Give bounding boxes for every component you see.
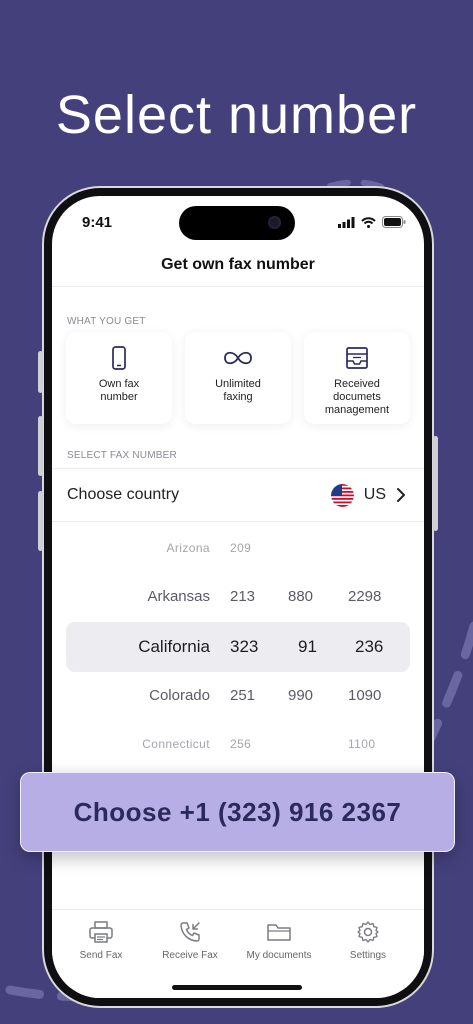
printer-icon [89,921,113,943]
picker-prefix: 990 [288,686,314,704]
feature-card-label: Own fax number [98,378,140,403]
picker-row[interactable]: Connecticut 256 1100 [52,724,424,764]
feature-card-unlimited: Unlimited faxing [185,332,291,424]
tab-receive-fax[interactable]: Receive Fax [147,920,233,961]
picker-area-code: 323 [230,637,259,656]
phone-side-button [433,436,438,531]
phone-side-button [38,351,43,393]
picker-state: Colorado [149,686,210,704]
number-picker[interactable]: Arizona 209 Arkansas 213 880 2298 Califo… [52,526,424,786]
feature-card-label: Unlimited faxing [215,378,261,403]
tab-my-documents[interactable]: My documents [236,920,322,961]
inbox-tray-icon [346,347,368,369]
wifi-icon [361,216,376,228]
picker-line: 236 [355,637,384,656]
tab-send-fax[interactable]: Send Fax [58,920,144,961]
picker-state: California [138,637,210,656]
picker-area-code: 256 [230,737,252,751]
choose-number-button[interactable]: Choose +1 (323) 916 2367 [20,772,455,852]
tab-label: My documents [246,950,312,961]
choose-country-label: Choose country [67,486,180,503]
picker-row[interactable]: Colorado 251 990 1090 [52,675,424,715]
picker-prefix: 880 [288,587,314,605]
picker-line: 1100 [348,737,376,751]
picker-area-code: 251 [230,686,256,704]
section-label-what-you-get: WHAT YOU GET [67,316,146,327]
tab-label: Settings [349,950,387,961]
tab-settings[interactable]: Settings [325,920,411,961]
tab-label: Send Fax [79,950,123,961]
divider [52,286,424,287]
feature-card-received: Received documets management [304,332,410,424]
picker-area-code: 213 [230,587,256,605]
page-title: Get own fax number [161,256,315,273]
picker-row-selected[interactable]: California 323 91 236 [52,627,424,667]
picker-line: 2298 [348,587,382,605]
status-time: 9:41 [82,213,113,231]
tab-bar: Send Fax Receive Fax My documents Settin… [52,909,424,998]
picker-area-code: 209 [230,541,252,555]
picker-state: Arkansas [147,587,210,605]
picker-row[interactable]: Arizona 209 [52,528,424,568]
phone-frame: 9:41 Get own fax number WHAT YOU GET Own… [38,186,438,1008]
section-label-select-fax: SELECT FAX NUMBER [67,450,177,461]
us-flag-icon [330,483,354,507]
folder-icon [267,924,291,941]
picker-row[interactable]: Arkansas 213 880 2298 [52,576,424,616]
feature-card-label: Received documets management [324,378,390,416]
battery-icon [382,216,406,228]
phone-incoming-icon [180,922,200,942]
feature-card-own-fax: Own fax number [66,332,172,424]
country-code: US [363,486,386,503]
status-bar: 9:41 [82,212,406,232]
picker-state: Arizona [166,541,210,555]
phone-side-button [38,491,43,551]
phone-screen: 9:41 Get own fax number WHAT YOU GET Own… [52,196,424,998]
feature-cards: Own fax number Unlimited faxing Received… [66,332,410,424]
infinity-icon [224,351,252,365]
picker-prefix: 91 [298,637,317,656]
signal-icon [338,216,355,228]
chevron-right-icon [397,488,405,502]
choose-country-row[interactable]: Choose country US [52,468,424,522]
picker-state: Connecticut [142,737,210,751]
gear-icon [357,921,379,943]
phone-icon [112,346,126,370]
tab-label: Receive Fax [162,950,218,961]
picker-line: 1090 [348,686,382,704]
phone-side-button [38,416,43,476]
home-indicator [172,985,302,990]
